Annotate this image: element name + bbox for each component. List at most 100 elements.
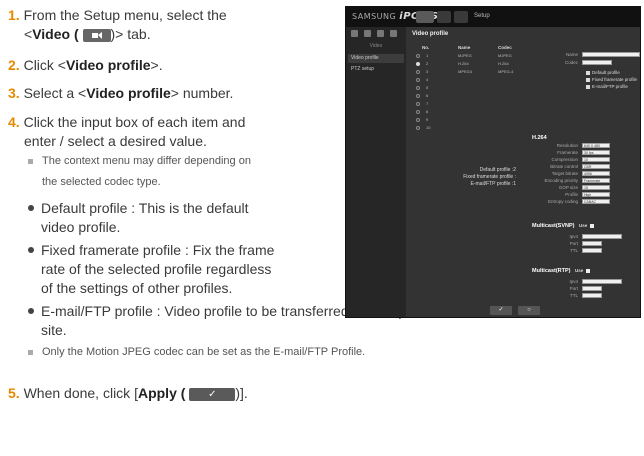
cell-no: 3: [426, 69, 429, 74]
name-input[interactable]: [582, 52, 640, 57]
email-profile-summary: E-mail/FTP profile :1: [470, 181, 516, 187]
multicast-input[interactable]: [582, 286, 602, 291]
cancel-button[interactable]: ○: [518, 306, 540, 315]
system-icon[interactable]: [390, 30, 397, 37]
cell-name: H.264: [458, 61, 469, 66]
h264-input[interactable]: 10: [582, 157, 610, 162]
table-row[interactable]: 10: [414, 124, 524, 132]
profile-radio[interactable]: [416, 54, 420, 58]
profile-radio[interactable]: [416, 70, 420, 74]
h264-heading: H.264: [532, 135, 547, 141]
step-1: 1. From the Setup menu, select the: [8, 6, 338, 25]
h264-input[interactable]: CABAC: [582, 199, 610, 204]
use-label: Use: [579, 223, 588, 228]
cell-codec: MJPEG: [498, 53, 512, 58]
h264-label: Framerate: [557, 150, 578, 155]
sidebar-icons: [346, 27, 406, 41]
table-row[interactable]: 9: [414, 116, 524, 124]
step-number: 2.: [8, 57, 20, 73]
table-row[interactable]: 6: [414, 92, 524, 100]
sidebar-item-video-profile[interactable]: Video profile: [348, 54, 404, 63]
profile-radio[interactable]: [416, 78, 420, 82]
h264-input[interactable]: CBR: [582, 164, 610, 169]
multicast-input[interactable]: [582, 279, 622, 284]
search-tab-icon[interactable]: [437, 11, 451, 23]
panel-title: Video profile: [412, 31, 449, 37]
h264-input[interactable]: 15: [582, 185, 610, 190]
note-codec-line-2: the selected codec type.: [42, 176, 161, 188]
profile-radio[interactable]: [416, 94, 420, 98]
table-row[interactable]: 5: [414, 84, 524, 92]
default-profile-checkbox[interactable]: Default profile: [586, 70, 620, 75]
table-row[interactable]: 2 H.264 H.264: [414, 60, 524, 68]
col-name: Name: [458, 45, 471, 50]
h264-label: Compression: [551, 157, 578, 162]
multicast-input[interactable]: [582, 293, 602, 298]
bullet-fixed-framerate-line-3: of the settings of other profiles.: [41, 280, 233, 296]
multicast-label: TTL: [569, 293, 578, 298]
table-row[interactable]: 7: [414, 100, 524, 108]
apply-button[interactable]: ✓: [490, 306, 512, 315]
fixed-framerate-checkbox[interactable]: Fixed framerate profile: [586, 77, 637, 82]
default-profile-summary: Default profile :2: [479, 167, 516, 173]
cell-no: 10: [426, 125, 431, 130]
monitor-tab-icon[interactable]: [416, 11, 434, 23]
bullet-default-profile-line-2: video profile.: [41, 219, 121, 235]
sidebar: Video Video profile PTZ setup: [346, 27, 406, 317]
sidebar-heading: Video: [369, 43, 383, 49]
table-row[interactable]: 3 MPEG4 MPEG-4: [414, 68, 524, 76]
h264-label: Bitrate control: [550, 164, 578, 169]
col-no: No.: [422, 45, 430, 50]
gear-icon[interactable]: [454, 11, 468, 23]
use-rtp[interactable]: Use: [575, 268, 591, 273]
multicast-input[interactable]: [582, 234, 622, 239]
multicast-rtp: Multicast(RTP) Use: [532, 268, 591, 274]
profile-radio[interactable]: [416, 126, 420, 130]
cell-no: 1: [426, 53, 429, 58]
video-icon[interactable]: [351, 30, 358, 37]
bullet-fixed-framerate: Fixed framerate profile : Fix the frame: [28, 241, 344, 260]
h264-input[interactable]: 4096: [582, 171, 610, 176]
table-row[interactable]: 4: [414, 76, 524, 84]
step-2: 2. Click <Video profile>.: [8, 56, 338, 75]
multicast-input[interactable]: [582, 248, 602, 253]
cell-no: 9: [426, 117, 429, 122]
event-icon[interactable]: [377, 30, 384, 37]
h264-label: Target bitrate: [551, 171, 578, 176]
step-text: When done, click [: [23, 385, 138, 401]
h264-input[interactable]: Framerate: [582, 178, 610, 183]
multicast-svnp: Multicast(SVNP) Use: [532, 223, 595, 229]
multicast-input[interactable]: [582, 241, 602, 246]
profile-radio[interactable]: [416, 118, 420, 122]
use-svnp[interactable]: Use: [579, 223, 595, 228]
cell-no: 5: [426, 85, 429, 90]
table-row[interactable]: 1 MJPEG MJPEG: [414, 52, 524, 60]
network-icon[interactable]: [364, 30, 371, 37]
profile-radio[interactable]: [416, 110, 420, 114]
apply-check-icon: ✓: [189, 387, 236, 401]
h264-input[interactable]: High: [582, 192, 610, 197]
use-checkbox[interactable]: [590, 223, 595, 228]
use-checkbox[interactable]: [586, 268, 591, 273]
step-text: From the Setup menu, select the: [23, 7, 227, 23]
cell-no: 6: [426, 93, 429, 98]
table-row[interactable]: 8: [414, 108, 524, 116]
profile-radio[interactable]: [416, 62, 420, 66]
cell-no: 8: [426, 109, 429, 114]
h264-input[interactable]: 640 X 480: [582, 143, 610, 148]
h264-label: Encoding priority: [544, 178, 578, 183]
cell-no: 4: [426, 77, 429, 82]
use-label: Use: [575, 268, 584, 273]
setup-label: Setup: [474, 13, 490, 19]
apply-label: Apply (: [137, 385, 186, 401]
sidebar-item-ptz-setup[interactable]: PTZ setup: [348, 65, 404, 74]
cell-no: 2: [426, 61, 429, 66]
codec-select[interactable]: [582, 60, 612, 65]
multicast-label: Port: [569, 241, 578, 246]
bullet-fixed-framerate-line-2: rate of the selected profile regardless: [41, 261, 272, 277]
profile-radio[interactable]: [416, 86, 420, 90]
profile-radio[interactable]: [416, 102, 420, 106]
email-ftp-checkbox[interactable]: E-mail/FTP profile: [586, 84, 628, 89]
step-text: >.: [150, 57, 163, 73]
h264-input[interactable]: 30 fps: [582, 150, 610, 155]
